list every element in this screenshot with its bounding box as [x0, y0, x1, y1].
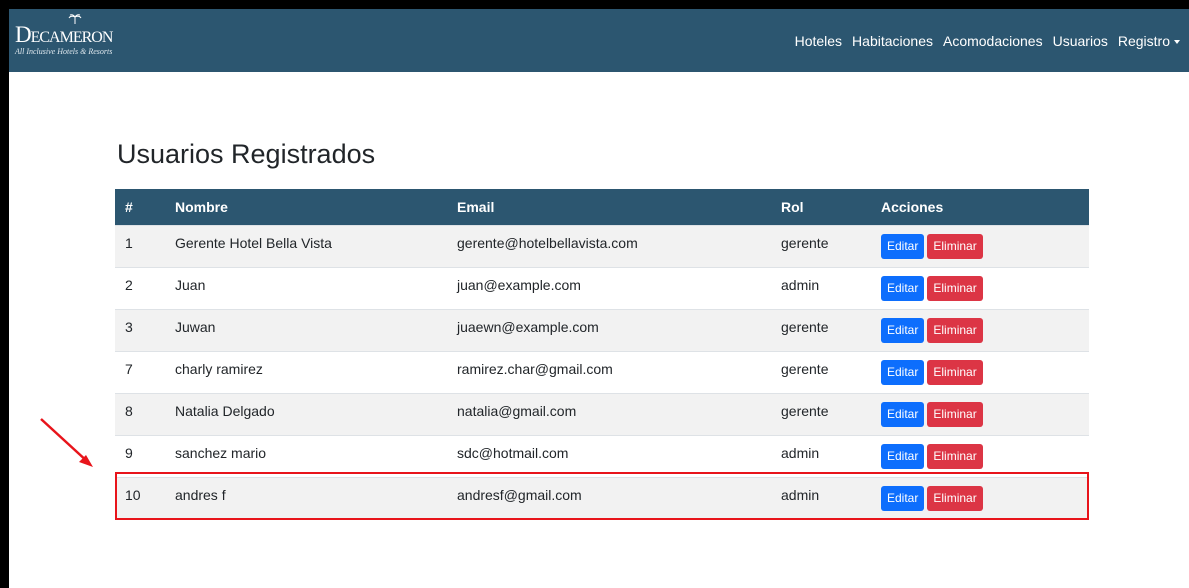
delete-button[interactable]: Eliminar [927, 485, 983, 511]
table-row: 3 Juwan juaewn@example.com gerente Edita… [115, 309, 1089, 351]
edit-button[interactable]: Editar [881, 317, 925, 343]
cell-id: 9 [125, 444, 133, 461]
cell-acciones: Editar Eliminar [871, 267, 1089, 309]
cell-rol: gerente [781, 402, 829, 419]
cell-email: ramirez.char@gmail.com [457, 360, 613, 377]
palm-icon [68, 14, 82, 24]
cell-nombre: Natalia Delgado [175, 402, 275, 419]
cell-rol: admin [781, 444, 820, 461]
navbar: Decameron All Inclusive Hotels & Resorts… [9, 9, 1189, 72]
cell-nombre: andres f [175, 486, 226, 503]
cell-rol: admin [781, 486, 820, 503]
table-row: 7 charly ramirez ramirez.char@gmail.com … [115, 351, 1089, 393]
header-acciones: Acciones [881, 198, 944, 215]
table-body: 1 Gerente Hotel Bella Vista gerente@hote… [115, 225, 1089, 519]
cell-rol: gerente [781, 360, 829, 377]
header-number: # [125, 198, 133, 215]
delete-button[interactable]: Eliminar [927, 401, 983, 427]
cell-email: juan@example.com [457, 276, 581, 293]
cell-acciones: Editar Eliminar [871, 477, 1089, 519]
delete-button[interactable]: Eliminar [927, 275, 983, 301]
table-row: 9 sanchez mario sdc@hotmail.com admin Ed… [115, 435, 1089, 477]
delete-button[interactable]: Eliminar [927, 443, 983, 469]
cell-acciones: Editar Eliminar [871, 393, 1089, 435]
cell-acciones: Editar Eliminar [871, 309, 1089, 351]
cell-id: 10 [125, 486, 141, 503]
users-table: # Nombre Email Rol Acciones 1 Gerente Ho… [115, 189, 1089, 519]
cell-nombre: Juan [175, 276, 206, 293]
cell-id: 3 [125, 318, 133, 335]
table-header: # Nombre Email Rol Acciones [115, 189, 1089, 225]
edit-button[interactable]: Editar [881, 275, 925, 301]
cell-rol: admin [781, 276, 820, 293]
cell-rol: gerente [781, 234, 829, 251]
page-title: Usuarios Registrados [117, 139, 376, 169]
table-row: 1 Gerente Hotel Bella Vista gerente@hote… [115, 225, 1089, 267]
cell-id: 7 [125, 360, 133, 377]
header-nombre: Nombre [175, 198, 228, 215]
table-row: 8 Natalia Delgado natalia@gmail.com gere… [115, 393, 1089, 435]
cell-nombre: Gerente Hotel Bella Vista [175, 234, 332, 251]
table-header-row: # Nombre Email Rol Acciones [115, 189, 1089, 225]
cell-email: sdc@hotmail.com [457, 444, 569, 461]
header-email: Email [457, 198, 495, 215]
nav-link-usuarios[interactable]: Usuarios [1053, 33, 1108, 49]
brand-name: Decameron [15, 22, 113, 47]
cell-acciones: Editar Eliminar [871, 225, 1089, 267]
table-row: 10 andres f andresf@gmail.com admin Edit… [115, 477, 1089, 519]
edit-button[interactable]: Editar [881, 443, 925, 469]
cell-nombre: Juwan [175, 318, 216, 335]
edit-button[interactable]: Editar [881, 401, 925, 427]
edit-button[interactable]: Editar [881, 233, 925, 259]
delete-button[interactable]: Eliminar [927, 233, 983, 259]
cell-id: 8 [125, 402, 133, 419]
nav-link-acomodaciones[interactable]: Acomodaciones [943, 33, 1043, 49]
nav-link-habitaciones[interactable]: Habitaciones [852, 33, 933, 49]
cell-nombre: charly ramirez [175, 360, 263, 377]
delete-button[interactable]: Eliminar [927, 317, 983, 343]
delete-button[interactable]: Eliminar [927, 359, 983, 385]
brand-logo[interactable]: Decameron All Inclusive Hotels & Resorts [15, 14, 113, 56]
cell-email: andresf@gmail.com [457, 486, 582, 503]
edit-button[interactable]: Editar [881, 359, 925, 385]
cell-nombre: sanchez mario [175, 444, 267, 461]
nav-links: Hoteles Habitaciones Acomodaciones Usuar… [795, 9, 1180, 72]
red-arrow-icon [40, 418, 93, 467]
edit-button[interactable]: Editar [881, 485, 925, 511]
cell-rol: gerente [781, 318, 829, 335]
cell-id: 1 [125, 234, 133, 251]
header-rol: Rol [781, 198, 804, 215]
nav-dropdown-registro-label: Registro [1117, 32, 1170, 49]
nav-link-hoteles[interactable]: Hoteles [795, 33, 842, 49]
browser-viewport: Decameron All Inclusive Hotels & Resorts… [9, 9, 1189, 588]
cell-id: 2 [125, 276, 133, 293]
cell-acciones: Editar Eliminar [871, 435, 1089, 477]
nav-dropdown-registro[interactable]: Registro [1118, 33, 1180, 49]
brand-tagline: All Inclusive Hotels & Resorts [15, 47, 113, 56]
cell-email: natalia@gmail.com [457, 402, 577, 419]
cell-email: gerente@hotelbellavista.com [457, 234, 638, 251]
table-row: 2 Juan juan@example.com admin Editar Elim… [115, 267, 1089, 309]
chevron-down-icon [1174, 39, 1180, 44]
cell-email: juaewn@example.com [457, 318, 599, 335]
cell-acciones: Editar Eliminar [871, 351, 1089, 393]
